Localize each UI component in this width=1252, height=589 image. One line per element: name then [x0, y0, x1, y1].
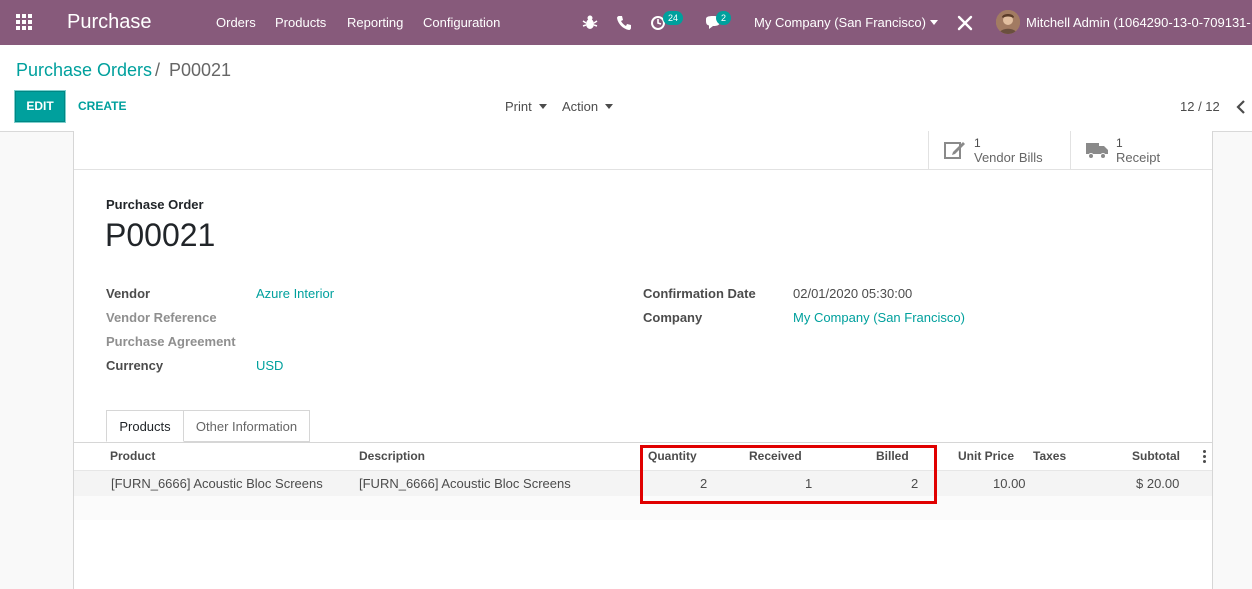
- col-taxes[interactable]: Taxes: [1033, 449, 1066, 464]
- company-label: Company: [643, 310, 703, 325]
- vendor-value[interactable]: Azure Interior: [256, 286, 334, 302]
- edit-pencil-icon: [944, 142, 965, 159]
- col-received[interactable]: Received: [749, 449, 802, 464]
- vendor-bills-label: Vendor Bills: [974, 150, 1043, 165]
- cell-subtotal: $ 20.00: [1136, 476, 1180, 491]
- cell-quantity: 2: [700, 476, 708, 491]
- col-unit-price[interactable]: Unit Price: [958, 449, 1014, 464]
- receipt-smart-button[interactable]: 1 Receipt: [1070, 131, 1212, 169]
- menu-configuration[interactable]: Configuration: [423, 15, 500, 31]
- edit-button[interactable]: EDIT: [15, 91, 65, 122]
- receipt-count: 1: [1116, 136, 1123, 150]
- cell-received: 1: [805, 476, 813, 491]
- vendor-label: Vendor: [106, 286, 151, 301]
- col-product[interactable]: Product: [110, 449, 155, 464]
- create-button[interactable]: CREATE: [78, 99, 126, 113]
- order-lines-header: Product Description Quantity Received Bi…: [74, 443, 1212, 471]
- purchase-agreement-label: Purchase Agreement: [106, 334, 236, 349]
- confirmation-date-label: Confirmation Date: [643, 286, 756, 301]
- control-panel: Purchase Orders / P00021 EDIT CREATE Pri…: [0, 45, 1252, 132]
- app-name[interactable]: Purchase: [67, 10, 152, 34]
- vendor-reference-label: Vendor Reference: [106, 310, 217, 325]
- tab-products[interactable]: Products: [106, 410, 184, 442]
- apps-grid-icon[interactable]: [16, 14, 34, 32]
- avatar[interactable]: [996, 10, 1020, 34]
- currency-value[interactable]: USD: [256, 358, 283, 374]
- bug-icon[interactable]: [580, 13, 600, 33]
- cell-description: [FURN_6666] Acoustic Bloc Screens: [359, 476, 571, 491]
- chevron-down-icon[interactable]: [930, 20, 938, 25]
- activity-count-badge: 24: [663, 11, 684, 25]
- smart-button-box: 1 Vendor Bills 1 Receipt: [74, 131, 1212, 170]
- document-type-label: Purchase Order: [106, 197, 204, 212]
- user-menu[interactable]: Mitchell Admin (1064290-13-0-709131-: [1026, 15, 1251, 31]
- cell-product: [FURN_6666] Acoustic Bloc Screens: [111, 476, 323, 491]
- tools-icon[interactable]: [955, 13, 975, 33]
- empty-table-row: [74, 496, 1212, 520]
- col-subtotal[interactable]: Subtotal: [1132, 449, 1180, 464]
- document-title: P00021: [105, 217, 216, 253]
- breadcrumb-separator: /: [155, 60, 161, 80]
- col-description[interactable]: Description: [359, 449, 425, 464]
- action-caret-icon[interactable]: [605, 104, 613, 109]
- tab-other-information[interactable]: Other Information: [184, 410, 310, 442]
- col-quantity[interactable]: Quantity: [648, 449, 697, 464]
- col-billed[interactable]: Billed: [876, 449, 909, 464]
- print-dropdown[interactable]: Print: [505, 99, 532, 115]
- vendor-bills-smart-button[interactable]: 1 Vendor Bills: [928, 131, 1070, 169]
- truck-icon: [1086, 143, 1108, 159]
- phone-icon[interactable]: [614, 13, 634, 33]
- company-value[interactable]: My Company (San Francisco): [793, 310, 965, 326]
- menu-orders[interactable]: Orders: [216, 15, 256, 31]
- pager-value[interactable]: 12 / 12: [1180, 99, 1220, 115]
- cell-billed: 2: [911, 476, 919, 491]
- breadcrumb-purchase-orders[interactable]: Purchase Orders: [16, 59, 152, 81]
- company-switcher[interactable]: My Company (San Francisco): [754, 15, 926, 31]
- currency-label: Currency: [106, 358, 164, 373]
- receipt-label: Receipt: [1116, 150, 1161, 165]
- print-caret-icon[interactable]: [539, 104, 547, 109]
- breadcrumb-current: P00021: [169, 60, 232, 80]
- action-dropdown[interactable]: Action: [562, 99, 598, 115]
- optional-columns-icon[interactable]: [1203, 450, 1206, 463]
- confirmation-date-value: 02/01/2020 05:30:00: [793, 286, 913, 301]
- vendor-bills-count: 1: [974, 136, 981, 150]
- chevron-left-icon[interactable]: [1236, 100, 1246, 114]
- table-row[interactable]: [FURN_6666] Acoustic Bloc Screens [FURN_…: [74, 471, 1212, 496]
- form-sheet: 1 Vendor Bills 1 Receipt Purchase Order …: [73, 131, 1213, 589]
- top-navbar: Purchase Orders Products Reporting Confi…: [0, 0, 1252, 45]
- menu-products[interactable]: Products: [275, 15, 326, 31]
- menu-reporting[interactable]: Reporting: [347, 15, 403, 31]
- cell-unit-price: 10.00: [993, 476, 1026, 491]
- messages-count-badge: 2: [716, 11, 732, 25]
